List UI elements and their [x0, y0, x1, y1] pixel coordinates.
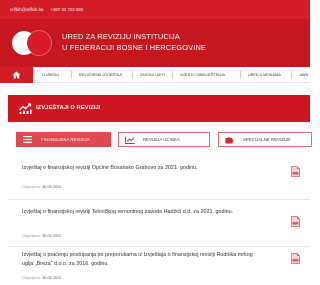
report-date: Objavljeno: 30.05.2022	[22, 234, 61, 238]
org-name-line1: URED ZA REVIZIJU INSTITUCIJA	[62, 32, 180, 41]
site-header: URED ZA REVIZIJU INSTITUCIJA U FEDERACIJ…	[0, 19, 310, 67]
top-contact-bar: vrifbih@vrifbih.ba +387 33 723 550	[0, 0, 310, 19]
nav-item-ured-u-medijima[interactable]: URED U MEDIJIMA	[248, 67, 281, 83]
nav-separator	[291, 71, 292, 79]
report-title[interactable]: Izvještaj o praćenju postupanja po prepo…	[22, 251, 258, 269]
puzzle-icon	[225, 137, 234, 144]
published-label: Objavljeno:	[22, 276, 41, 280]
report-list-item[interactable]: Izvještaj o finansijskoj reviziji Tehnič…	[8, 204, 310, 244]
nav-separator	[132, 71, 133, 79]
list-divider	[8, 246, 310, 247]
main-navigation: O UREDU REVIZORSKI IZVJEŠTAJI ZAKONI I A…	[0, 67, 310, 83]
nav-separator	[71, 71, 72, 79]
published-date: 30.05.2022	[42, 185, 62, 189]
tab-revizija-ucinka[interactable]: REVIZIJA UČINKA	[118, 132, 210, 147]
section-title: IZVJEŠTAJI O REVIZIJI	[36, 105, 101, 111]
tab-finansijska-revizija[interactable]: FINANSIJSKA REVIZIJA	[16, 132, 111, 147]
tab-specijalne-revizije[interactable]: SPECIJALNE REVIZIJE	[218, 132, 312, 147]
report-date: Objavljeno: 30.05.2022	[22, 276, 61, 280]
report-date: Objavljeno: 30.05.2022	[22, 185, 61, 189]
published-date: 30.05.2022	[42, 276, 62, 280]
nav-separator	[172, 71, 173, 79]
tab-label: SPECIJALNE REVIZIJE	[243, 137, 291, 142]
list-icon	[23, 136, 32, 143]
logo-circle-red	[27, 31, 51, 55]
report-list-item[interactable]: Izvještaj o finansijskoj reviziji Općine…	[8, 160, 310, 194]
list-divider	[8, 199, 310, 200]
nav-item-javne[interactable]: JAVN	[299, 67, 308, 83]
pdf-file-icon[interactable]	[291, 216, 300, 227]
nav-item-o-uredu[interactable]: O UREDU	[42, 67, 59, 83]
line-chart-icon	[125, 136, 135, 144]
home-icon	[12, 71, 21, 79]
nav-item-zakoni-i-akti[interactable]: ZAKONI I AKTI	[140, 67, 165, 83]
tab-label: REVIZIJA UČINKA	[143, 137, 180, 142]
published-date: 30.05.2022	[42, 234, 62, 238]
nav-item-vijesti-i-obavjestenja[interactable]: VIJESTI I OBAVJEŠTENJA	[180, 67, 225, 83]
chart-trend-icon	[19, 103, 32, 114]
pdf-file-icon[interactable]	[291, 166, 300, 177]
published-label: Objavljeno:	[22, 234, 41, 238]
report-list-item[interactable]: Izvještaj o praćenju postupanja po prepo…	[8, 250, 310, 285]
report-title[interactable]: Izvještaj o finansijskoj reviziji Općine…	[22, 164, 258, 173]
section-banner: IZVJEŠTAJI O REVIZIJI	[8, 95, 310, 122]
home-button[interactable]	[0, 67, 33, 83]
org-name-line2: U FEDERACIJI BOSNE I HERCEGOVINE	[62, 43, 207, 52]
nav-separator	[240, 71, 241, 79]
nav-item-revizorski-izvjestaji[interactable]: REVIZORSKI IZVJEŠTAJI	[79, 67, 122, 83]
contact-email[interactable]: vrifbih@vrifbih.ba	[10, 7, 43, 12]
tab-label: FINANSIJSKA REVIZIJA	[41, 137, 90, 142]
published-label: Objavljeno:	[22, 185, 41, 189]
report-title[interactable]: Izvještaj o finansijskoj reviziji Tehnič…	[22, 208, 258, 217]
contact-phone[interactable]: +387 33 723 550	[50, 7, 82, 12]
pdf-file-icon[interactable]	[291, 253, 300, 264]
